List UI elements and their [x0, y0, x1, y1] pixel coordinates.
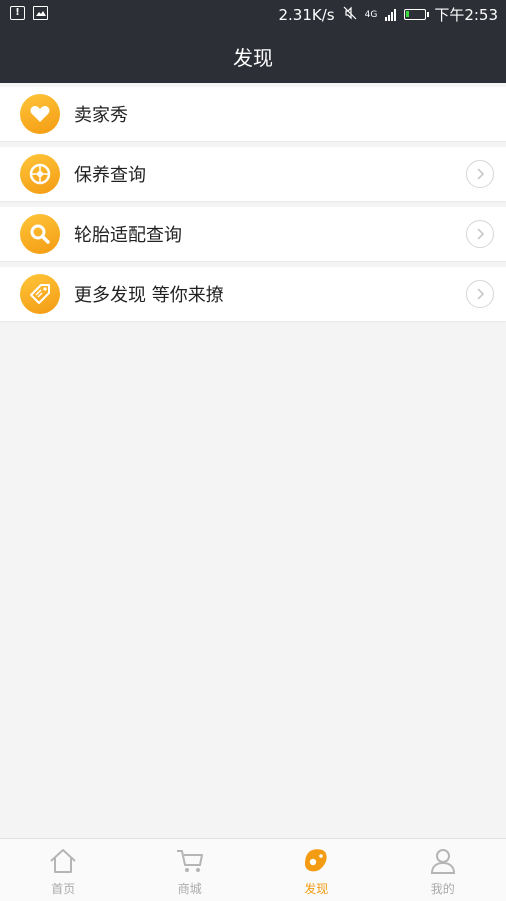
discover-list: 卖家秀 保养查询 轮胎适配查询	[0, 87, 506, 327]
menu-item-tire-fit-query[interactable]: 轮胎适配查询	[0, 207, 506, 261]
heart-icon	[20, 94, 60, 134]
network-type: 4G	[365, 10, 378, 20]
image-icon	[33, 6, 48, 20]
home-icon	[48, 848, 78, 878]
network-speed: 2.31K/s	[279, 6, 335, 24]
page-title: 发现	[0, 42, 506, 71]
bottom-tab-bar: 首页 商城 发现 我的	[0, 838, 506, 901]
menu-item-label: 卖家秀	[74, 101, 128, 127]
tab-label: 商城	[178, 880, 202, 897]
menu-item-label: 轮胎适配查询	[74, 221, 182, 247]
tab-label: 首页	[51, 880, 75, 897]
menu-item-seller-show[interactable]: 卖家秀	[0, 87, 506, 141]
status-bar: ! 2.31K/s 4G 下午2:53	[0, 0, 506, 28]
menu-item-label: 更多发现 等你来撩	[74, 281, 224, 307]
menu-item-maintenance-query[interactable]: 保养查询	[0, 147, 506, 201]
tab-home[interactable]: 首页	[0, 839, 127, 901]
discover-icon	[301, 848, 331, 878]
tab-mall[interactable]: 商城	[127, 839, 254, 901]
top-bar: ! 2.31K/s 4G 下午2:53 发现	[0, 0, 506, 83]
alert-icon: !	[10, 6, 25, 20]
tab-discover[interactable]: 发现	[253, 839, 380, 901]
tab-label: 发现	[304, 880, 328, 897]
chevron-right-icon	[466, 160, 494, 188]
chevron-right-icon	[466, 280, 494, 308]
tab-label: 我的	[431, 880, 455, 897]
cart-icon	[175, 848, 205, 878]
menu-item-more-discover[interactable]: 更多发现 等你来撩	[0, 267, 506, 321]
wheel-icon	[20, 154, 60, 194]
battery-icon	[404, 9, 426, 20]
clock: 下午2:53	[434, 4, 498, 25]
chevron-right-icon	[466, 220, 494, 248]
user-icon	[428, 848, 458, 878]
menu-item-label: 保养查询	[74, 161, 146, 187]
mute-icon	[343, 6, 357, 24]
tab-mine[interactable]: 我的	[380, 839, 506, 901]
search-icon	[20, 214, 60, 254]
tag-icon	[20, 274, 60, 314]
signal-icon	[385, 9, 396, 21]
